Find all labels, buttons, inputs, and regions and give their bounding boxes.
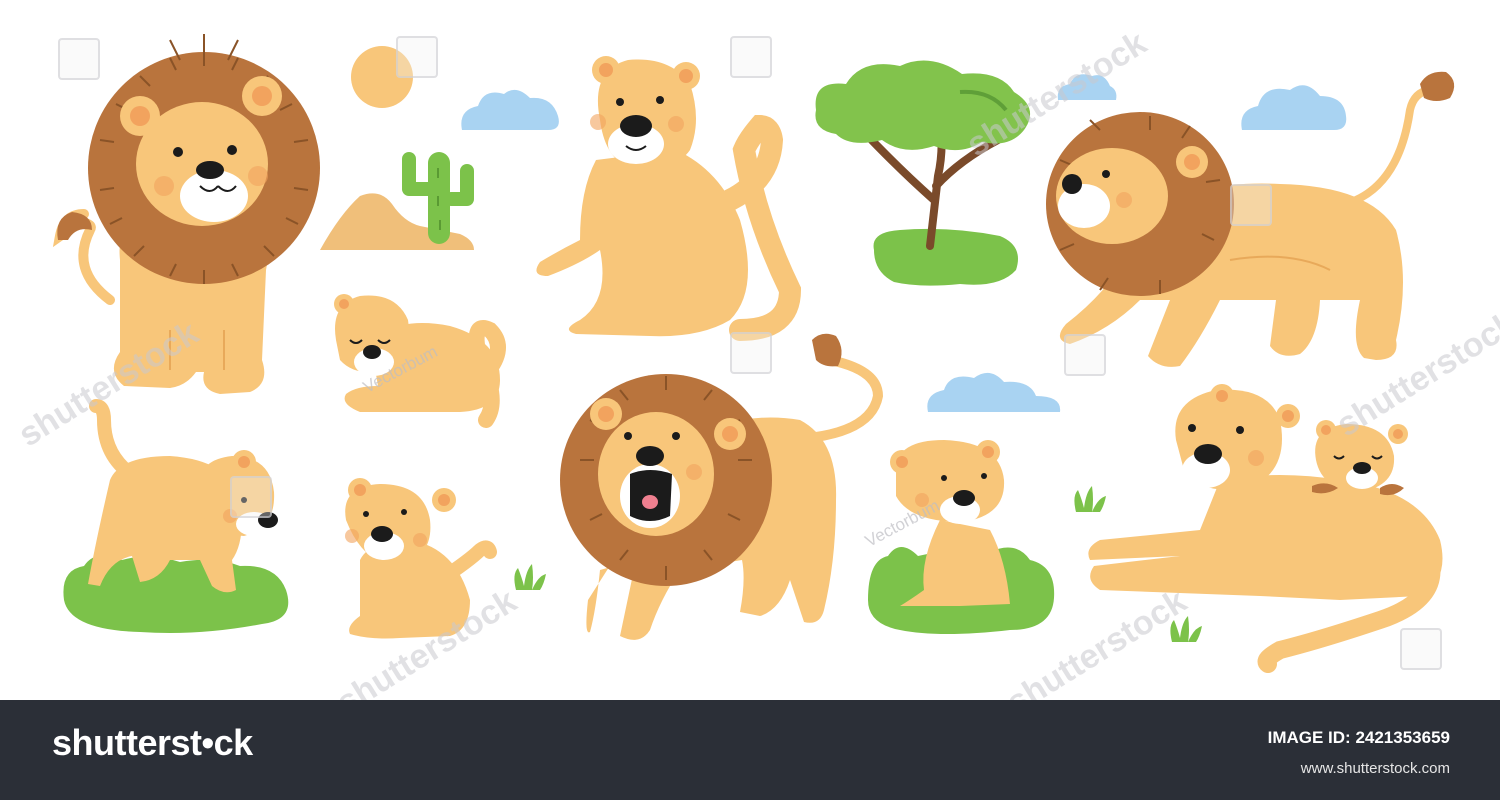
sitting-lioness: [536, 56, 802, 341]
sleeping-cub: [334, 294, 506, 428]
watermark-badge: [58, 38, 100, 80]
watermark-badge: [730, 36, 772, 78]
site-url-link[interactable]: www.shutterstock.com: [1301, 760, 1450, 777]
grass-tuft: [514, 564, 546, 590]
cloud: [927, 372, 1061, 412]
watermark-badge: [1400, 628, 1442, 670]
lion-illustration-set: shutterstock shutterstock shutterstock s…: [0, 0, 1500, 722]
watermark-badge: [730, 332, 772, 374]
acacia-tree: [815, 60, 1031, 286]
watermark-badge: [1230, 184, 1272, 226]
small-cub: [345, 478, 497, 639]
stock-image-preview: shutterstock shutterstock shutterstock s…: [0, 0, 1500, 800]
watermark-badge: [230, 476, 272, 518]
cloud: [1057, 74, 1117, 100]
grass-tuft: [1170, 616, 1202, 642]
shutterstock-logo[interactable]: shutterst•ck: [52, 722, 253, 764]
lying-lioness-with-cub: [1088, 384, 1443, 673]
cloud: [1241, 85, 1347, 130]
stock-footer-bar: shutterst•ck IMAGE ID: 2421353659 www.sh…: [0, 700, 1500, 800]
sitting-lion: [52, 34, 320, 394]
image-id-label: IMAGE ID: 2421353659: [1267, 728, 1450, 747]
watermark-badge: [396, 36, 438, 78]
roaring-lion: [560, 333, 884, 640]
cloud: [461, 89, 559, 130]
grass-tuft: [1074, 486, 1106, 512]
watermark-badge: [1064, 334, 1106, 376]
